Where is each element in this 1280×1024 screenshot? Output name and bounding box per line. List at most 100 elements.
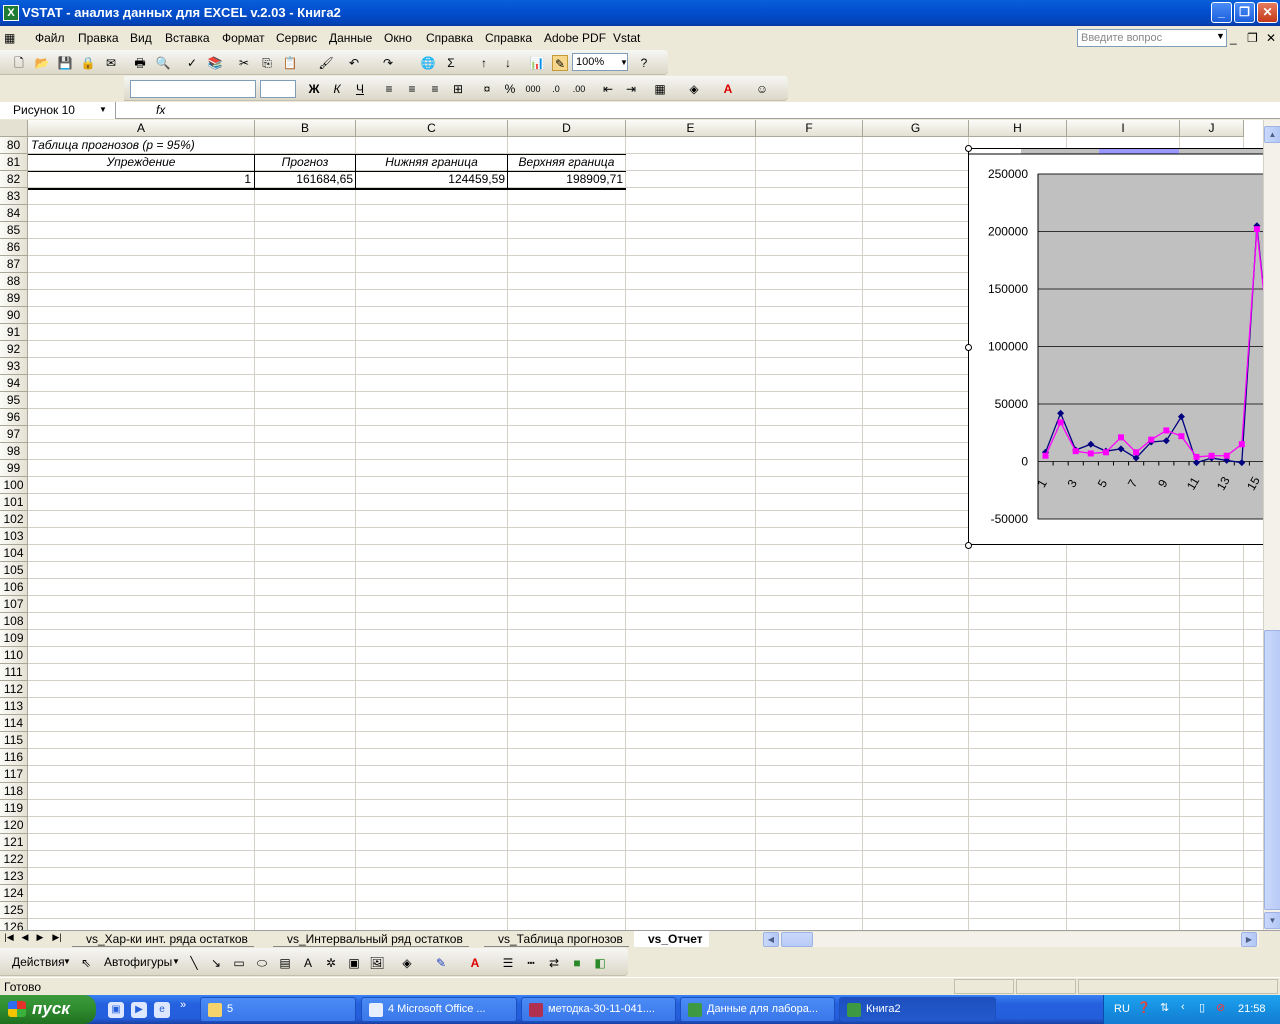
column-header-j[interactable]: J <box>1180 120 1244 137</box>
row-header-119[interactable]: 119 <box>0 800 28 817</box>
row-header-124[interactable]: 124 <box>0 885 28 902</box>
column-header-a[interactable]: A <box>28 120 255 137</box>
font-size-box[interactable] <box>260 80 296 98</box>
sheet-tab-report[interactable]: vs_Отчет <box>634 931 709 947</box>
row-header-91[interactable]: 91 <box>0 324 28 341</box>
cell-forecast-value[interactable]: 161684,65 <box>255 172 353 186</box>
currency-icon[interactable]: ¤ <box>479 81 495 97</box>
header-lead[interactable]: Упреждение <box>28 155 254 169</box>
row-header-87[interactable]: 87 <box>0 256 28 273</box>
open-icon[interactable]: 📂 <box>34 55 50 71</box>
picture-icon[interactable]: 🖼 <box>369 955 385 971</box>
help-tray-icon[interactable]: ❓ <box>1137 1001 1151 1014</box>
row-header-92[interactable]: 92 <box>0 341 28 358</box>
row-header-121[interactable]: 121 <box>0 834 28 851</box>
chart-resize-handle[interactable] <box>965 145 972 152</box>
row-header-99[interactable]: 99 <box>0 460 28 477</box>
quicklaunch-icon[interactable]: ▣ <box>108 1002 124 1018</box>
next-sheet-icon[interactable]: ▶ <box>33 932 47 943</box>
help-icon[interactable]: ? <box>636 55 652 71</box>
arrow-style-icon[interactable]: ⇄ <box>546 955 562 971</box>
antivirus-icon[interactable]: ⊘ <box>1216 1001 1225 1014</box>
chart-resize-handle[interactable] <box>965 542 972 549</box>
print-preview-icon[interactable]: 🔍 <box>155 55 171 71</box>
decrease-indent-icon[interactable]: ⇤ <box>600 81 616 97</box>
redo-icon[interactable]: ↷ <box>380 55 396 71</box>
row-header-102[interactable]: 102 <box>0 511 28 528</box>
row-header-80[interactable]: 80 <box>0 137 28 154</box>
actions-dropdown-icon[interactable]: ▼ <box>63 957 71 966</box>
horizontal-scrollbar[interactable]: ◀ ▶ <box>763 932 1259 947</box>
row-header-89[interactable]: 89 <box>0 290 28 307</box>
first-sheet-icon[interactable]: |◀ <box>2 932 16 943</box>
scroll-right-button[interactable]: ▶ <box>1241 932 1257 947</box>
header-upper-bound[interactable]: Верхняя граница <box>508 155 625 169</box>
hscroll-thumb[interactable] <box>781 932 813 947</box>
arrow-icon[interactable]: ↘ <box>208 955 224 971</box>
increase-indent-icon[interactable]: ⇥ <box>623 81 639 97</box>
select-objects-icon[interactable]: ⇖ <box>78 955 94 971</box>
row-header-111[interactable]: 111 <box>0 664 28 681</box>
network-icon[interactable]: ⇅ <box>1160 1001 1169 1014</box>
column-header-h[interactable]: H <box>969 120 1067 137</box>
last-sheet-icon[interactable]: ▶| <box>50 932 64 943</box>
column-header-g[interactable]: G <box>863 120 969 137</box>
row-header-84[interactable]: 84 <box>0 205 28 222</box>
excel-icon[interactable]: X <box>3 5 19 21</box>
diagram-icon[interactable]: ✲ <box>323 955 339 971</box>
sort-ascending-icon[interactable]: ↑ <box>476 55 492 71</box>
autoshapes-dropdown-icon[interactable]: ▼ <box>172 957 180 966</box>
spelling-icon[interactable]: ✓ <box>184 55 200 71</box>
prev-sheet-icon[interactable]: ◀ <box>18 932 32 943</box>
column-header-b[interactable]: B <box>255 120 356 137</box>
print-icon[interactable]: 🖶 <box>132 55 148 71</box>
align-right-icon[interactable]: ≡ <box>427 81 443 97</box>
row-header-114[interactable]: 114 <box>0 715 28 732</box>
row-header-126[interactable]: 126 <box>0 919 28 930</box>
shadow-icon[interactable]: ■ <box>569 955 585 971</box>
doc-minimize-button[interactable]: _ <box>1230 31 1237 45</box>
task-excel-data[interactable]: Данные для лабора... <box>680 997 835 1022</box>
line-icon[interactable]: ╲ <box>186 955 202 971</box>
align-center-icon[interactable]: ≡ <box>404 81 420 97</box>
3d-icon[interactable]: ◧ <box>592 955 608 971</box>
merge-center-icon[interactable]: ⊞ <box>450 81 466 97</box>
increase-decimal-icon[interactable]: .0 <box>548 81 564 97</box>
task-word[interactable]: 4 Microsoft Office ... <box>361 997 517 1022</box>
media-player-icon[interactable]: ▶ <box>131 1002 147 1018</box>
ask-question-input[interactable]: Введите вопрос <box>1077 29 1227 47</box>
clipart-icon[interactable]: ▣ <box>346 955 362 971</box>
header-lower-bound[interactable]: Нижняя граница <box>356 155 507 169</box>
row-header-82[interactable]: 82 <box>0 171 28 188</box>
line-color-icon[interactable]: ✎ <box>433 955 449 971</box>
email-icon[interactable]: ✉ <box>103 55 119 71</box>
research-icon[interactable]: 📚 <box>207 55 223 71</box>
format-painter-icon[interactable]: 🖌 <box>318 55 334 71</box>
scroll-down-button[interactable]: ▼ <box>1264 912 1280 929</box>
chart-object[interactable]: 250000 200000 150000 100000 50000 0 -50000 1 3 5 7… <box>968 148 1280 545</box>
row-header-105[interactable]: 105 <box>0 562 28 579</box>
formula-input[interactable] <box>172 102 1272 119</box>
italic-button[interactable]: К <box>329 81 345 97</box>
wordart-icon[interactable]: A <box>300 955 316 971</box>
row-header-101[interactable]: 101 <box>0 494 28 511</box>
task-winrar[interactable]: методка-30-11-041.... <box>521 997 676 1022</box>
sheet-tab-residual-stats[interactable]: vs_Хар-ки инт. ряда остатков <box>72 931 254 947</box>
ask-dropdown-icon[interactable]: ▼ <box>1216 31 1225 41</box>
undo-icon[interactable]: ↶ <box>346 55 362 71</box>
row-header-120[interactable]: 120 <box>0 817 28 834</box>
show-hidden-icon[interactable]: ‹ <box>1181 1001 1185 1013</box>
row-header-108[interactable]: 108 <box>0 613 28 630</box>
sheet-tab-forecast-table[interactable]: vs_Таблица прогнозов <box>484 931 629 947</box>
table-caption[interactable]: Таблица прогнозов (p = 95%) <box>31 138 195 152</box>
menu-data[interactable]: Данные <box>329 31 372 45</box>
battery-icon[interactable]: ▯ <box>1199 1001 1205 1014</box>
dash-style-icon[interactable]: ┅ <box>523 955 539 971</box>
scroll-left-button[interactable]: ◀ <box>763 932 779 947</box>
font-color-icon[interactable]: A <box>720 81 736 97</box>
task-excel-book2[interactable]: Книга2 <box>839 997 996 1022</box>
menu-vstat[interactable]: Vstat <box>613 31 640 45</box>
row-header-81[interactable]: 81 <box>0 154 28 171</box>
bold-button[interactable]: Ж <box>306 81 322 97</box>
clock[interactable]: 21:58 <box>1238 1003 1266 1015</box>
